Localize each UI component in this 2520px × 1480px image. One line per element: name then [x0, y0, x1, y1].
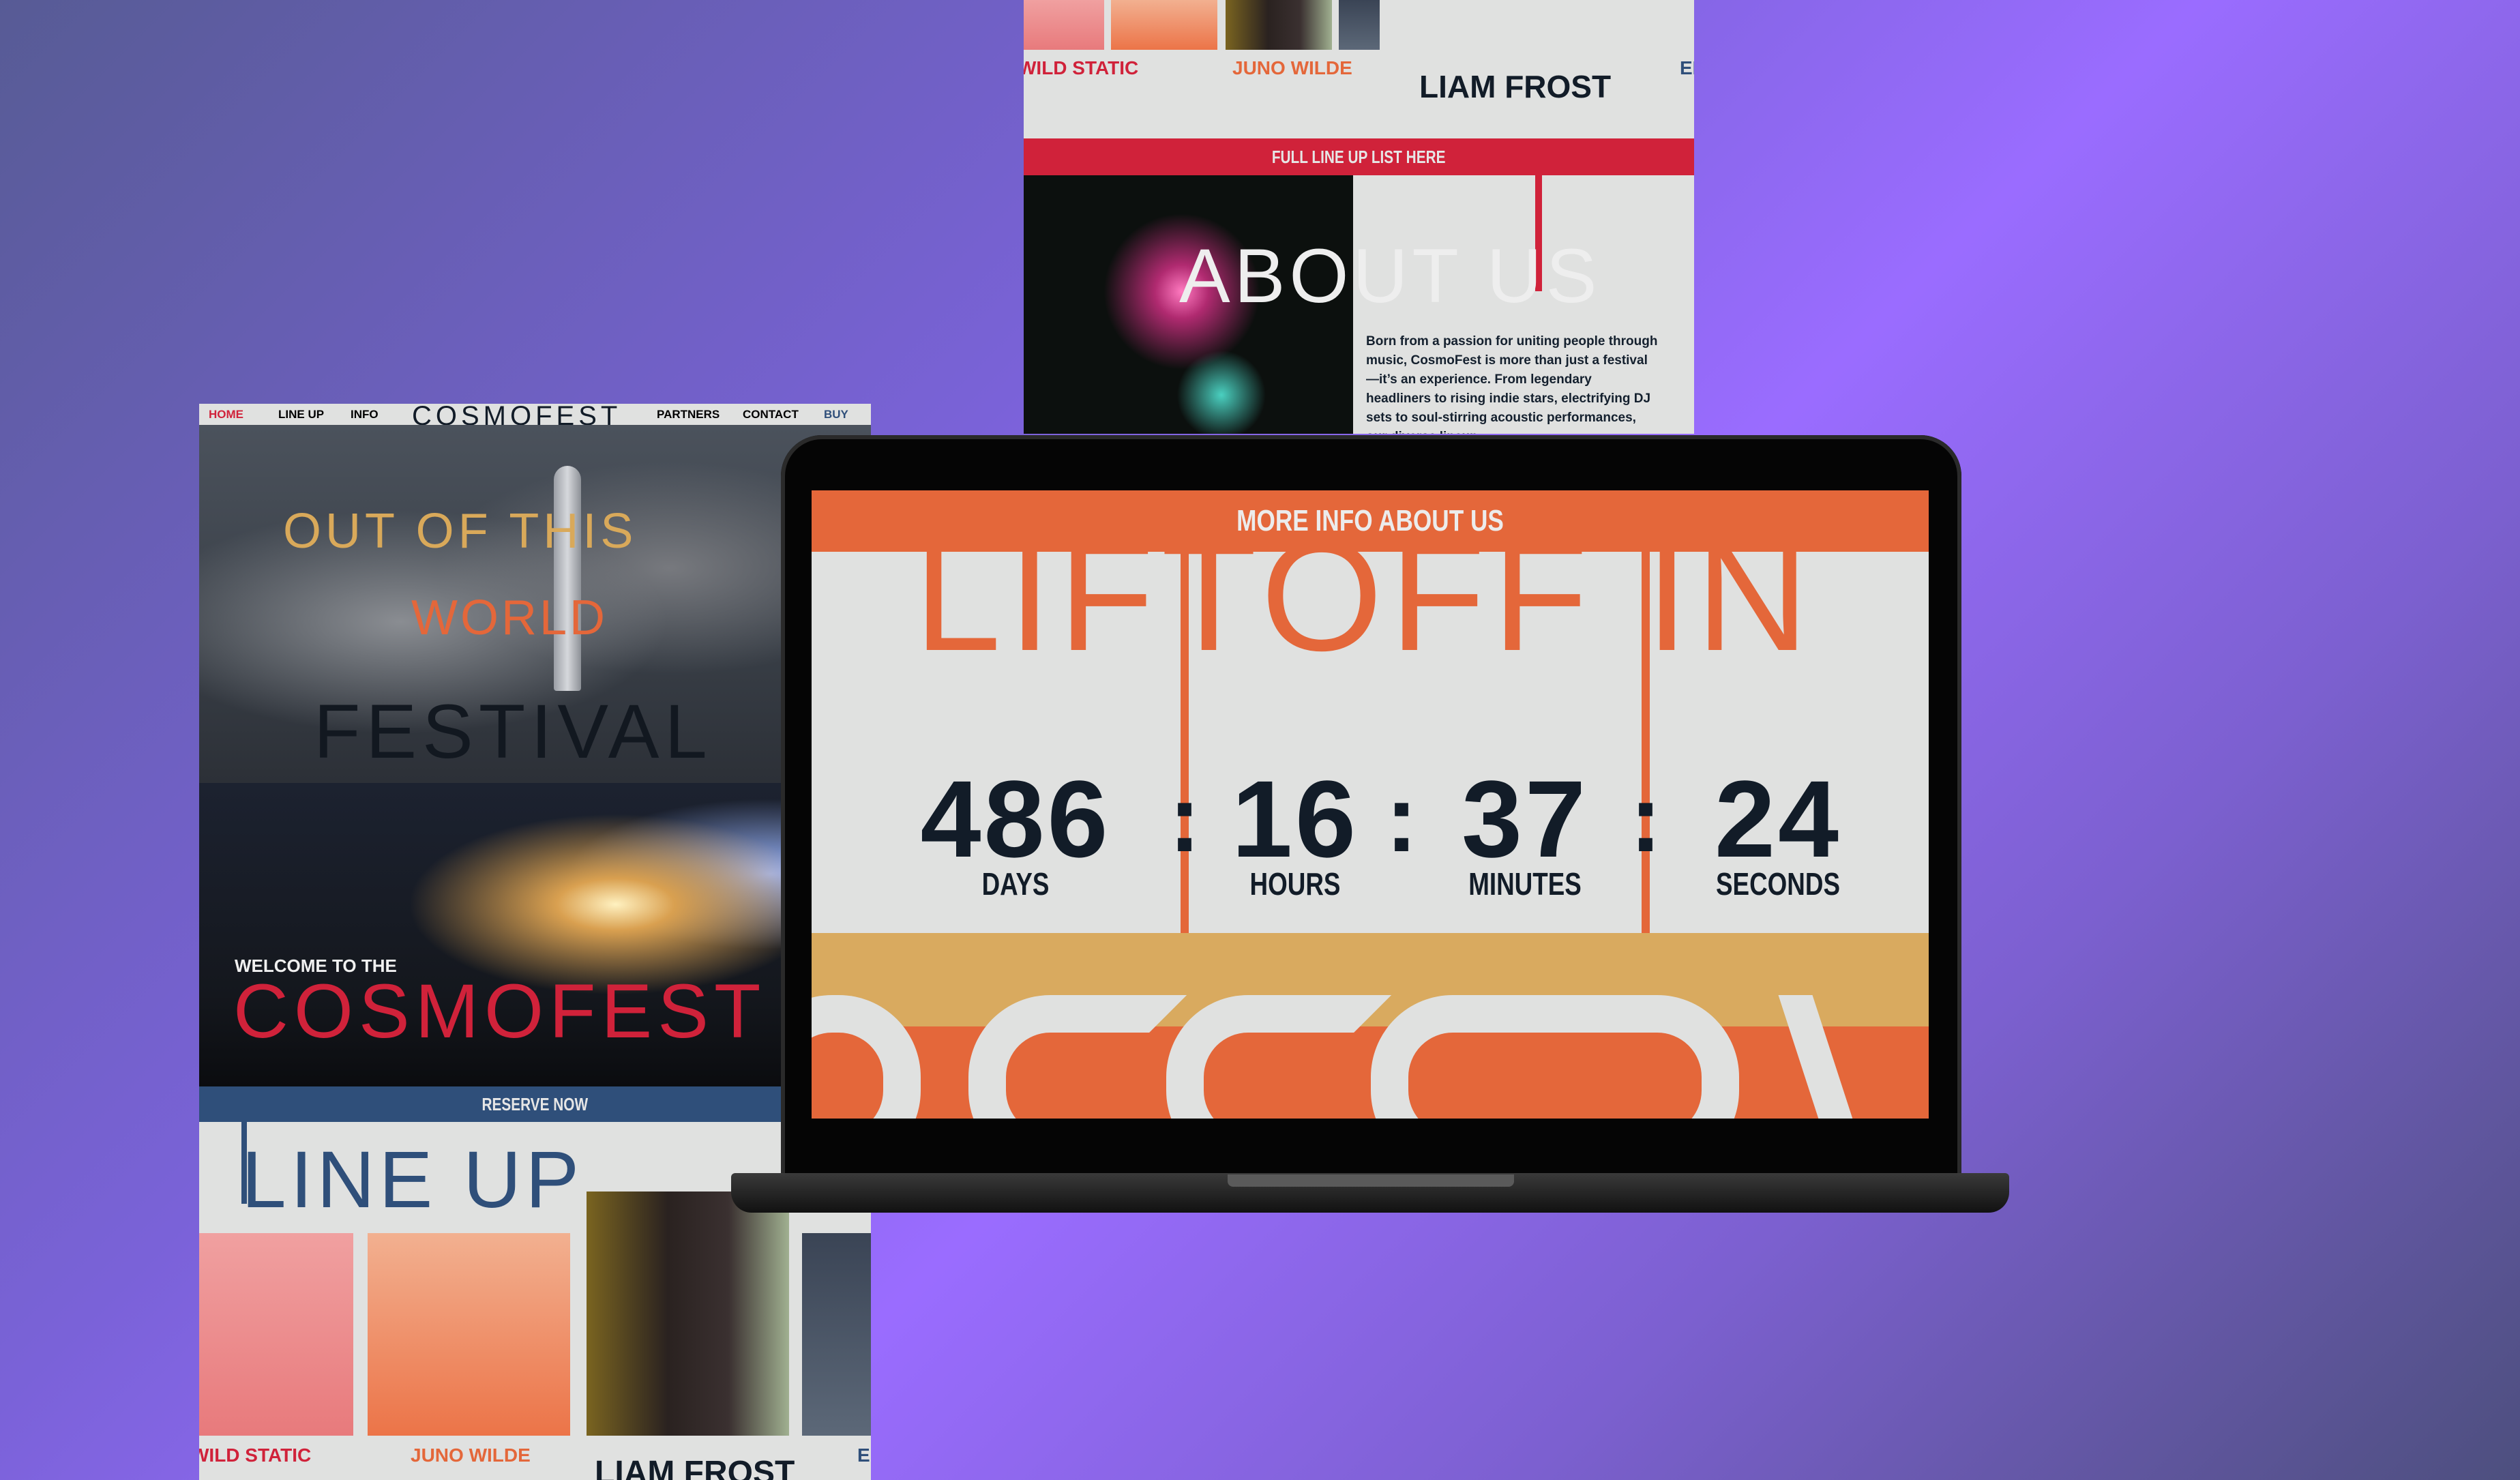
about-title: ABOUT US — [1179, 233, 1601, 319]
concert-section: WELCOME TO THE COSMOFEST — [199, 783, 871, 1086]
full-lineup-label: FULL LINE UP LIST HERE — [1272, 147, 1446, 167]
artist-name: LIAM FROST — [1419, 69, 1612, 104]
countdown-screen: MORE INFO ABOUT US LIFTOFF IN MORE INFO … — [812, 490, 1929, 1119]
artist-name: WILD STATIC — [1024, 57, 1139, 78]
divider-line — [1642, 552, 1650, 934]
artist-name: JUNO WILDE — [411, 1445, 531, 1466]
hero-section: OUT OF THIS WORLD FESTIVAL — [199, 425, 871, 783]
decorative-letter — [968, 995, 1187, 1119]
artist-name: LIAM FROST — [595, 1455, 795, 1480]
rocket-image — [554, 466, 581, 691]
artist-photo[interactable] — [802, 1233, 871, 1436]
nav-bar: HOME LINE UP INFO COSMOFEST PARTNERS CON… — [199, 404, 871, 431]
nav-home[interactable]: HOME — [209, 408, 243, 421]
full-lineup-button[interactable]: FULL LINE UP LIST HERE — [1024, 138, 1694, 175]
decorative-letter — [1166, 995, 1391, 1119]
separator: : — [1629, 765, 1662, 872]
lineup-title: LINE UP — [241, 1135, 584, 1225]
days-value: 486 — [920, 758, 1111, 880]
hours-label: HOURS — [1249, 866, 1341, 902]
nav-lineup[interactable]: LINE UP — [278, 408, 324, 421]
artist-name: EI — [1680, 57, 1694, 78]
divider-line — [1181, 552, 1189, 934]
minutes-value: 37 — [1462, 758, 1588, 880]
artist-photo[interactable] — [1111, 0, 1217, 50]
artist-photo[interactable] — [1339, 0, 1380, 50]
hero-line-2: WORLD — [411, 591, 608, 645]
seconds-value: 24 — [1715, 758, 1841, 880]
separator: : — [1385, 765, 1418, 872]
lineup-title-stroke — [241, 1122, 247, 1204]
hero-line-1: OUT OF THIS — [283, 504, 638, 559]
artist-photo[interactable] — [587, 1192, 789, 1436]
hero-line-3: FESTIVAL — [314, 689, 713, 774]
about-paragraph: Born from a passion for uniting people t… — [1366, 334, 1658, 434]
homepage-mockup: HOME LINE UP INFO COSMOFEST PARTNERS CON… — [199, 404, 871, 1480]
reserve-label: RESERVE NOW — [481, 1094, 589, 1114]
lineup-about-mockup: WILD STATIC JUNO WILDE LIAM FROST EI FUL… — [1024, 0, 1694, 434]
more-info-text: MORE INFO ABOUT US — [1236, 504, 1504, 537]
minutes-label: MINUTES — [1468, 866, 1582, 902]
seconds-label: SECONDS — [1716, 866, 1840, 902]
separator: : — [1168, 765, 1201, 872]
reserve-now-button[interactable]: RESERVE NOW — [199, 1086, 871, 1122]
laptop-notch — [1228, 1174, 1514, 1187]
decorative-letter — [1371, 995, 1739, 1119]
days-label: DAYS — [981, 866, 1050, 902]
artist-name: EI — [857, 1445, 871, 1466]
artist-name: WILD STATIC — [199, 1445, 312, 1466]
artist-photo[interactable] — [1226, 0, 1332, 50]
nav-partners[interactable]: PARTNERS — [657, 408, 720, 421]
nav-contact[interactable]: CONTACT — [743, 408, 799, 421]
artist-photo[interactable] — [199, 1233, 353, 1436]
welcome-title: COSMOFEST — [233, 968, 767, 1054]
nav-info[interactable]: INFO — [351, 408, 379, 421]
artist-photo[interactable] — [1024, 0, 1104, 50]
artist-photo[interactable] — [368, 1233, 570, 1436]
artist-name: JUNO WILDE — [1232, 57, 1352, 78]
nav-buy[interactable]: BUY — [824, 408, 848, 421]
hours-value: 16 — [1232, 758, 1359, 880]
